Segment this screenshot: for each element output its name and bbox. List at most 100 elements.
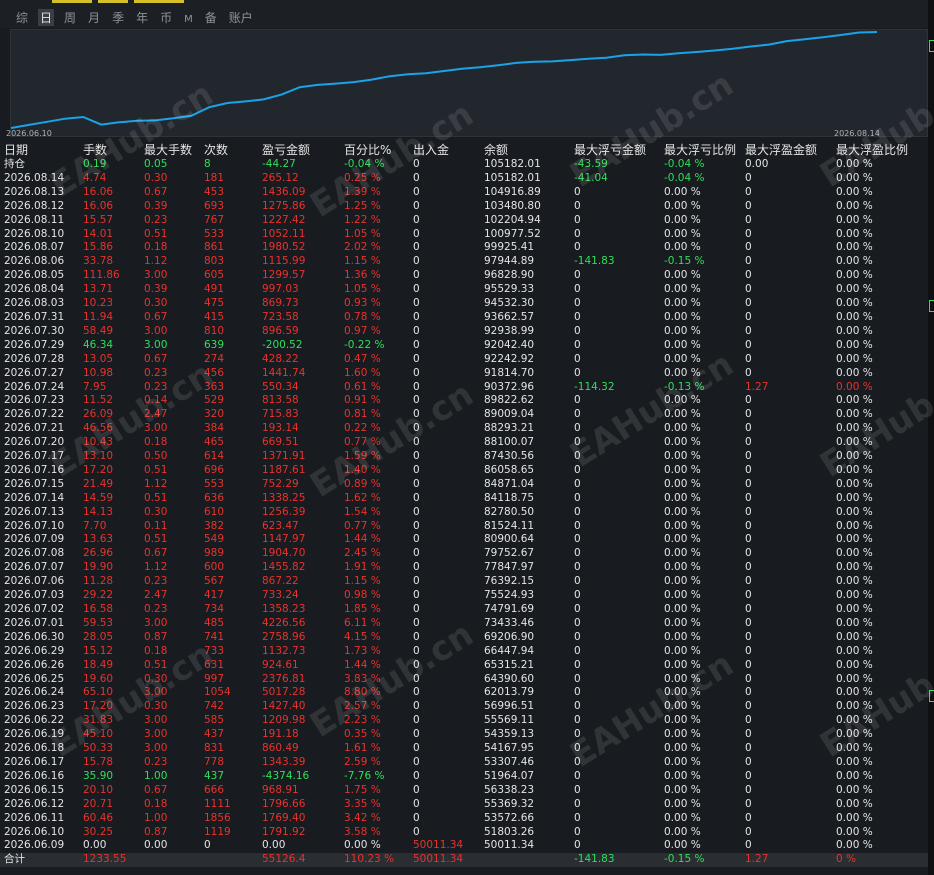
cell-日期: 2026.07.03	[4, 589, 65, 602]
header-col-6[interactable]: 出入金	[409, 143, 480, 158]
table-row[interactable]: 2026.06.12 20.71 0.18 1111 1796.66 3.35 % 0 553…	[0, 798, 928, 812]
table-row[interactable]: 2026.08.06 33.78 1.12 803 1115.99 1.15 % 0 9794…	[0, 255, 928, 269]
header-col-10[interactable]: 最大浮盈金额	[741, 143, 832, 158]
table-row[interactable]: 2026.07.06 11.28 0.23 567 867.22 1.15 % 0 76392…	[0, 575, 928, 589]
cell-最大浮盈金额: 0	[745, 241, 752, 254]
table-row[interactable]: 2026.06.23 17.20 0.30 742 1427.40 2.57 % 0 5699…	[0, 700, 928, 714]
header-col-0[interactable]: 日期	[0, 143, 79, 158]
total-row[interactable]: 合计 1233.55 55126.4 110.23 % 50011.34 -141.83-…	[0, 853, 928, 868]
table-row[interactable]: 2026.07.16 17.20 0.51 696 1187.61 1.40 % 0 8605…	[0, 464, 928, 478]
table-row[interactable]: 2026.07.15 21.49 1.12 553 752.29 0.89 % 0 84871…	[0, 478, 928, 492]
cell-最大浮盈比例: 0.00 %	[836, 630, 873, 643]
table-row[interactable]: 2026.08.03 10.23 0.30 475 869.73 0.93 % 0 94532…	[0, 297, 928, 311]
table-row[interactable]: 2026.07.13 14.13 0.30 610 1256.39 1.54 % 0 8278…	[0, 506, 928, 520]
cell-盈亏金额: 1441.74	[262, 366, 306, 379]
tab-8[interactable]: 备	[203, 9, 219, 26]
table-row[interactable]: 2026.08.10 14.01 0.51 533 1052.11 1.05 % 0 1009…	[0, 228, 928, 242]
table-row[interactable]: 2026.06.16 35.90 1.00 437 -4374.16 -7.76 % 0 51…	[0, 770, 928, 784]
cell-最大浮亏比例: -0.13 %	[664, 380, 705, 393]
tab-1[interactable]: 日	[38, 9, 55, 26]
cell-最大浮盈金额: 0	[745, 227, 752, 240]
cell-最大浮亏比例: 0.00 %	[664, 714, 701, 727]
header-col-4[interactable]: 盈亏金额	[258, 143, 340, 158]
table-row[interactable]: 2026.08.07 15.86 0.18 861 1980.52 2.02 % 0 9992…	[0, 241, 928, 255]
table-row[interactable]: 2026.06.26 18.49 0.51 631 924.61 1.44 % 0 65315…	[0, 659, 928, 673]
table-row[interactable]: 2026.06.30 28.05 0.87 741 2758.96 4.15 % 0 6920…	[0, 631, 928, 645]
tab-9[interactable]: 账户	[227, 9, 255, 26]
table-row[interactable]: 2026.06.15 20.10 0.67 666 968.91 1.75 % 0 56338…	[0, 784, 928, 798]
table-row[interactable]: 2026.08.11 15.57 0.23 767 1227.42 1.22 % 0 1022…	[0, 214, 928, 228]
tab-4[interactable]: 季	[110, 9, 126, 26]
table-row[interactable]: 2026.07.24 7.95 0.23 363 550.34 0.61 % 0 90372.…	[0, 381, 928, 395]
cell-手数: 15.57	[83, 213, 114, 226]
cell-出入金: 0	[413, 310, 420, 323]
table-row[interactable]: 2026.06.22 31.83 3.00 585 1209.98 2.23 % 0 5556…	[0, 714, 928, 728]
table-row[interactable]: 2026.06.25 19.60 0.30 997 2376.81 3.83 % 0 6439…	[0, 673, 928, 687]
header-col-8[interactable]: 最大浮亏金额	[570, 143, 660, 158]
table-row[interactable]: 2026.07.09 13.63 0.51 549 1147.97 1.44 % 0 8090…	[0, 533, 928, 547]
cell-日期: 2026.06.26	[4, 658, 65, 671]
table-row[interactable]: 2026.06.10 30.25 0.87 1119 1791.92 3.58 % 0 518…	[0, 826, 928, 840]
cell-余额: 89009.04	[484, 408, 535, 421]
cell-最大浮盈比例: 0.00 %	[836, 338, 873, 351]
header-col-5[interactable]: 百分比%	[340, 143, 409, 158]
cell-手数: 13.71	[83, 283, 114, 296]
cell-日期: 2026.06.17	[4, 755, 65, 768]
tab-7[interactable]: M	[182, 14, 195, 25]
table-row[interactable]: 2026.07.20 10.43 0.18 465 669.51 0.77 % 0 88100…	[0, 436, 928, 450]
cell-最大浮盈比例: 0.00 %	[836, 658, 873, 671]
table-row[interactable]: 2026.07.31 11.94 0.67 415 723.58 0.78 % 0 93662…	[0, 311, 928, 325]
table-row[interactable]: 2026.07.03 29.22 2.47 417 733.24 0.98 % 0 75524…	[0, 589, 928, 603]
table-row[interactable]: 2026.06.29 15.12 0.18 733 1132.73 1.73 % 0 6644…	[0, 645, 928, 659]
header-col-1[interactable]: 手数	[79, 143, 140, 158]
table-row[interactable]: 2026.08.14 4.74 0.30 181 265.12 0.25 % 0 105182…	[0, 172, 928, 186]
table-row[interactable]: 2026.07.21 46.56 3.00 384 193.14 0.22 % 0 88293…	[0, 422, 928, 436]
cell-最大浮盈比例: 0.00 %	[836, 714, 873, 727]
tab-6[interactable]: 币	[158, 9, 174, 26]
cell-日期: 2026.08.05	[4, 269, 65, 282]
table-row[interactable]: 2026.06.24 65.10 3.00 1054 5017.28 8.80 % 0 620…	[0, 686, 928, 700]
cell-最大浮亏比例: 0.00 %	[664, 575, 701, 588]
table-row[interactable]: 2026.06.17 15.78 0.23 778 1343.39 2.59 % 0 5330…	[0, 756, 928, 770]
table-row[interactable]: 2026.06.19 45.10 3.00 437 191.18 0.35 % 0 54359…	[0, 728, 928, 742]
table-row[interactable]: 2026.07.14 14.59 0.51 636 1338.25 1.62 % 0 8411…	[0, 492, 928, 506]
table-row[interactable]: 2026.08.12 16.06 0.39 693 1275.86 1.25 % 0 1034…	[0, 200, 928, 214]
tab-2[interactable]: 周	[62, 9, 78, 26]
header-col-2[interactable]: 最大手数	[140, 143, 200, 158]
table-row[interactable]: 2026.08.05 111.86 3.00 605 1299.57 1.36 % 0 968…	[0, 269, 928, 283]
cell-日期: 2026.07.20	[4, 436, 65, 449]
tab-5[interactable]: 年	[134, 9, 150, 26]
table-row[interactable]: 2026.07.29 46.34 3.00 639 -200.52 -0.22 % 0 920…	[0, 339, 928, 353]
cell-余额: 97944.89	[484, 255, 535, 268]
table-row[interactable]: 2026.06.18 50.33 3.00 831 860.49 1.61 % 0 54167…	[0, 742, 928, 756]
header-col-7[interactable]: 余额	[480, 143, 570, 158]
table-row[interactable]: 2026.07.30 58.49 3.00 810 896.59 0.97 % 0 92938…	[0, 325, 928, 339]
table-row[interactable]: 2026.07.07 19.90 1.12 600 1455.82 1.91 % 0 7784…	[0, 561, 928, 575]
table-row[interactable]: 2026.07.27 10.98 0.23 456 1441.74 1.60 % 0 9181…	[0, 367, 928, 381]
table-row[interactable]: 2026.06.11 60.46 1.00 1856 1769.40 3.42 % 0 535…	[0, 812, 928, 826]
holding-row[interactable]: 持仓 0.19 0.05 8 -44.27 -0.04 % 0 105182.01 -43.59…	[0, 158, 928, 172]
header-col-11[interactable]: 最大浮盈比例	[832, 143, 928, 158]
right-scroll-edge[interactable]	[928, 0, 934, 875]
table-row[interactable]: 2026.07.22 26.09 2.47 320 715.83 0.81 % 0 89009…	[0, 408, 928, 422]
cell-最大浮亏比例: 0.00 %	[664, 491, 701, 504]
table-row[interactable]: 2026.07.23 11.52 0.14 529 813.58 0.91 % 0 89822…	[0, 394, 928, 408]
table-row[interactable]: 2026.07.28 13.05 0.67 274 428.22 0.47 % 0 92242…	[0, 353, 928, 367]
table-row[interactable]: 2026.07.17 13.10 0.50 614 1371.91 1.59 % 0 8743…	[0, 450, 928, 464]
table-row[interactable]: 2026.08.04 13.71 0.39 491 997.03 1.05 % 0 95529…	[0, 283, 928, 297]
cell-最大浮亏比例: 0.00 %	[664, 728, 701, 741]
table-row[interactable]: 2026.07.08 26.96 0.67 989 1904.70 2.45 % 0 7975…	[0, 547, 928, 561]
table-row[interactable]: 2026.07.01 59.53 3.00 485 4226.56 6.11 % 0 7343…	[0, 617, 928, 631]
cell-百分比%: 1.85 %	[344, 603, 381, 615]
tab-3[interactable]: 月	[86, 9, 102, 26]
table-row[interactable]: 2026.06.09 0.00 0.00 0 0.00 0.00 % 50011.34 500…	[0, 839, 928, 853]
cell-最大浮盈比例: 0.00 %	[836, 436, 873, 449]
cell-最大浮盈比例: 0.00 %	[836, 547, 873, 560]
table-row[interactable]: 2026.08.13 16.06 0.67 453 1436.09 1.39 % 0 1049…	[0, 186, 928, 200]
table-row[interactable]: 2026.07.10 7.70 0.11 382 623.47 0.77 % 0 81524.…	[0, 520, 928, 534]
tab-0[interactable]: 综	[14, 9, 30, 26]
cell-最大浮盈比例: 0.00 %	[836, 199, 873, 212]
table-row[interactable]: 2026.07.02 16.58 0.23 734 1358.23 1.85 % 0 7479…	[0, 603, 928, 617]
header-col-3[interactable]: 次数	[200, 143, 258, 158]
header-col-9[interactable]: 最大浮亏比例	[660, 143, 741, 158]
